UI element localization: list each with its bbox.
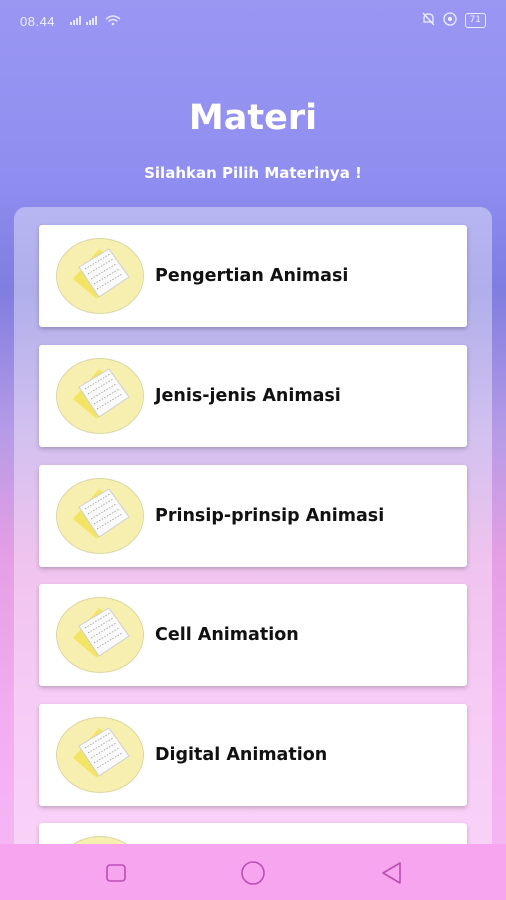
- status-right: 71: [422, 12, 486, 29]
- status-time: 08.44: [20, 14, 56, 29]
- mute-bell-icon: [422, 12, 435, 29]
- navigation-bar: [0, 844, 506, 900]
- signal-icon: [70, 13, 125, 30]
- document-icon: [56, 478, 144, 554]
- status-bar: 08.44 71: [0, 0, 506, 42]
- square-icon[interactable]: [101, 858, 131, 888]
- eye-icon: [442, 12, 457, 29]
- material-card-digital-animation[interactable]: Digital Animation: [39, 704, 467, 806]
- document-icon: [56, 597, 144, 673]
- materials-list-panel[interactable]: Pengertian Animasi Jenis-jenis Animasi P…: [14, 207, 492, 900]
- battery-indicator: 71: [464, 13, 486, 28]
- document-icon: [56, 717, 144, 793]
- material-card-label: Cell Animation: [155, 625, 299, 645]
- material-card-label: Prinsip-prinsip Animasi: [155, 506, 385, 526]
- material-card-prinsip-prinsip-animasi[interactable]: Prinsip-prinsip Animasi: [39, 465, 467, 567]
- page-subtitle: Silahkan Pilih Materinya !: [144, 164, 362, 182]
- material-card-label: Jenis-jenis Animasi: [155, 386, 341, 406]
- document-icon: [56, 358, 144, 434]
- material-card-cell-animation[interactable]: Cell Animation: [39, 584, 467, 686]
- page-title: Materi: [188, 98, 318, 138]
- triangle-back-icon[interactable]: [377, 858, 407, 888]
- document-icon: [56, 238, 144, 314]
- material-card-pengertian-animasi[interactable]: Pengertian Animasi: [39, 225, 467, 327]
- material-card-label: Digital Animation: [155, 745, 328, 765]
- material-card-jenis-jenis-animasi[interactable]: Jenis-jenis Animasi: [39, 345, 467, 447]
- circle-icon[interactable]: [238, 858, 268, 888]
- material-card-label: Pengertian Animasi: [155, 266, 349, 286]
